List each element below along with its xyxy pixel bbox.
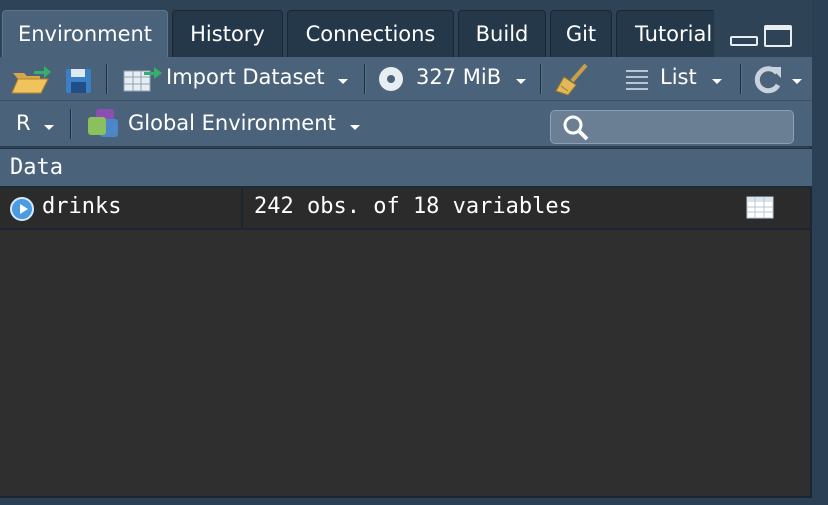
environment-toolbar: Import Dataset 327 MiB List [0, 57, 812, 101]
language-menu[interactable]: R [10, 101, 58, 145]
chevron-down-icon [792, 79, 802, 84]
minimize-icon[interactable] [730, 36, 758, 46]
refresh-menu[interactable] [750, 57, 808, 101]
maximize-icon[interactable] [764, 25, 792, 47]
section-header-data: Data [0, 148, 812, 188]
memory-usage-label: 327 MiB [416, 65, 502, 89]
environment-icon [88, 109, 118, 137]
tab-connections[interactable]: Connections [287, 10, 454, 57]
search-input[interactable] [591, 113, 787, 141]
tab-git[interactable]: Git [550, 10, 612, 57]
chevron-down-icon [516, 79, 526, 84]
object-name: drinks [42, 194, 122, 219]
load-workspace-button[interactable] [10, 57, 52, 101]
memory-pie-icon [379, 67, 403, 91]
toolbar-separator [364, 64, 366, 94]
search-icon [563, 115, 589, 141]
toolbar-separator [740, 64, 742, 94]
environment-search[interactable] [550, 110, 794, 144]
import-dataset-label: Import Dataset [166, 65, 325, 89]
language-label: R [16, 111, 31, 135]
object-value: 242 obs. of 18 variables [254, 194, 572, 219]
view-mode-menu[interactable]: List [622, 57, 732, 101]
list-icon [626, 70, 648, 90]
import-dataset-icon [123, 67, 162, 92]
toolbar-separator [106, 64, 108, 94]
environment-objects-table: drinks 242 obs. of 18 variables [0, 188, 810, 496]
environment-pane: Environment History Connections Build Gi… [0, 0, 812, 498]
view-mode-label: List [660, 65, 697, 89]
chevron-down-icon [350, 125, 360, 130]
view-data-icon[interactable] [746, 196, 774, 220]
import-dataset-menu[interactable]: Import Dataset [122, 57, 352, 101]
tab-history[interactable]: History [172, 10, 283, 57]
section-title: Data [10, 155, 63, 180]
memory-usage-menu[interactable]: 327 MiB [376, 57, 528, 101]
open-folder-icon [11, 66, 51, 94]
window-controls [714, 10, 810, 57]
environment-scope-label: Global Environment [128, 111, 336, 135]
broom-icon [555, 63, 588, 96]
clear-workspace-button[interactable] [552, 57, 594, 101]
save-workspace-button[interactable] [64, 57, 94, 101]
table-row[interactable]: drinks 242 obs. of 18 variables [0, 188, 810, 230]
environment-scope-menu[interactable]: Global Environment [86, 101, 366, 145]
tab-tutorial[interactable]: Tutorial [616, 10, 726, 57]
chevron-down-icon [44, 125, 54, 130]
tab-build[interactable]: Build [458, 10, 546, 57]
toolbar-separator [540, 64, 542, 94]
refresh-icon [754, 66, 781, 94]
chevron-down-icon [338, 79, 348, 84]
chevron-down-icon [712, 79, 722, 84]
object-name-cell: drinks [0, 188, 243, 228]
expand-icon[interactable] [10, 197, 34, 221]
environment-scope-bar: R Global Environment [0, 101, 812, 147]
save-icon [66, 69, 91, 93]
tab-environment[interactable]: Environment [2, 10, 168, 57]
pane-tab-bar: Environment History Connections Build Gi… [0, 0, 812, 57]
toolbar-separator [70, 109, 72, 139]
